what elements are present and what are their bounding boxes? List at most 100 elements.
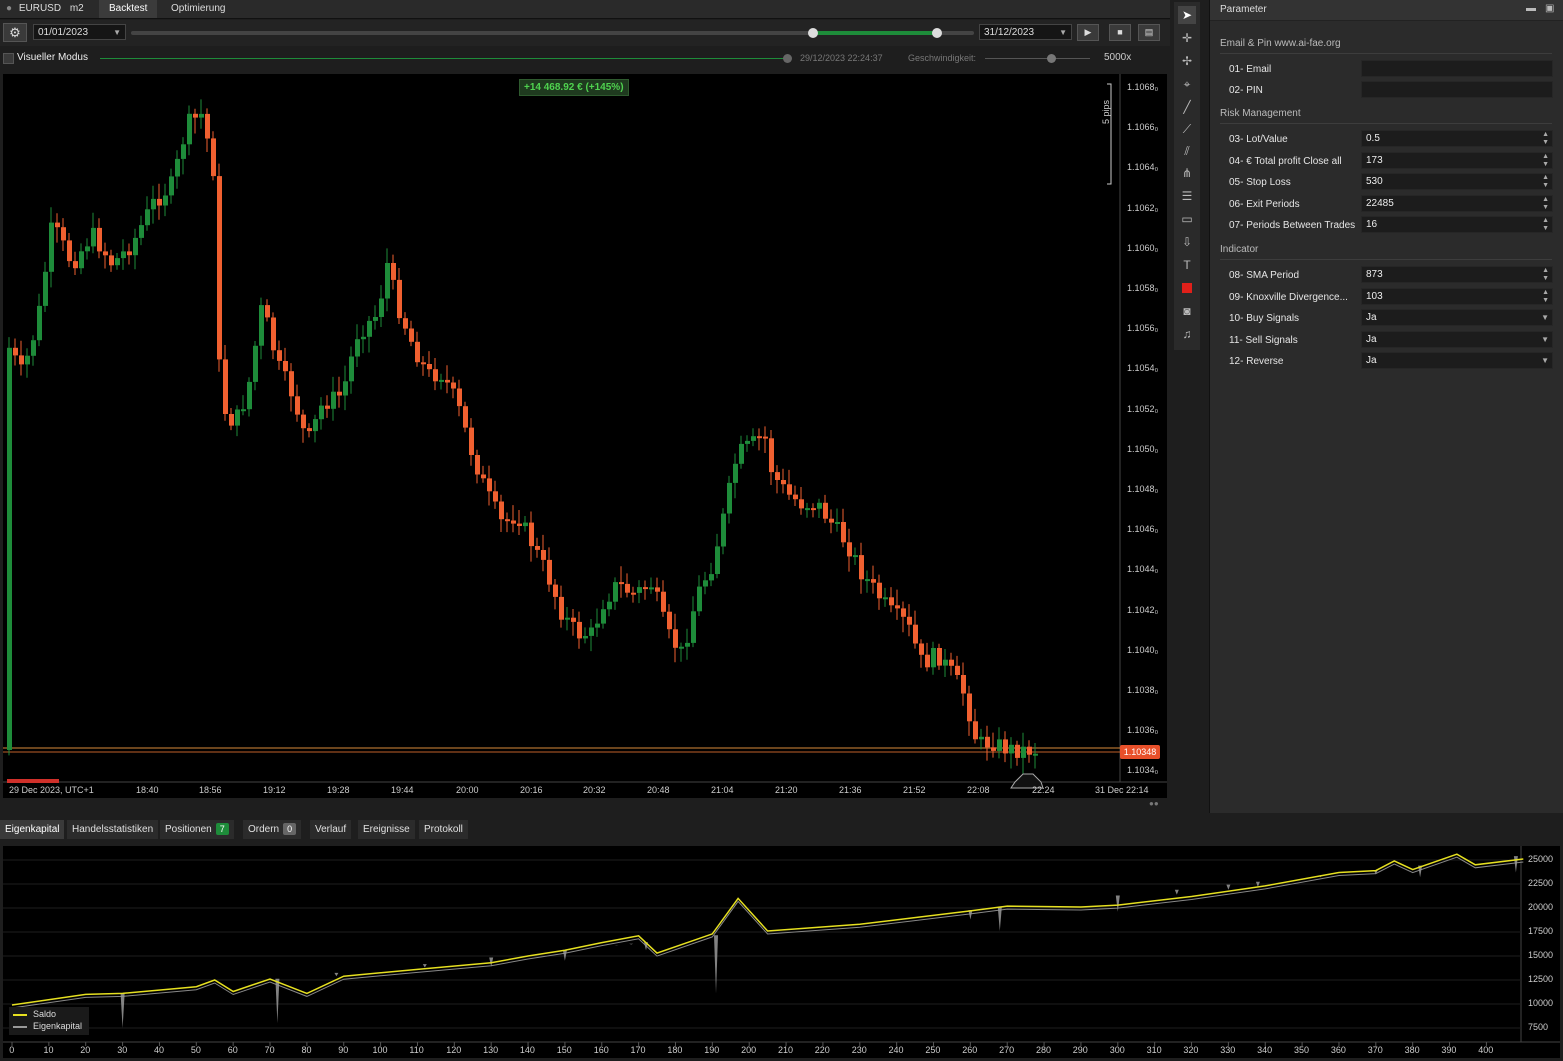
spinner-arrows-icon[interactable]: ▲▼ [1542, 153, 1549, 169]
equity-x-tick: 120 [446, 1045, 461, 1055]
bottom-tab[interactable]: Eigenkapital [0, 820, 64, 839]
bottom-tab[interactable]: Protokoll [419, 820, 468, 839]
equity-chart[interactable]: Saldo Eigenkapital 250002250020000175001… [3, 846, 1560, 1058]
price-chart[interactable]: +14 468.92 € (+145%) 5 pips 1.1068₀1.106… [3, 74, 1167, 798]
price-tick-label: 1.1064₀ [1127, 162, 1158, 172]
speed-slider-handle[interactable] [1047, 54, 1056, 63]
spinner-arrows-icon[interactable]: ▲▼ [1542, 174, 1549, 190]
candle-body [733, 464, 738, 483]
speed-slider-track[interactable] [985, 58, 1090, 59]
param-input[interactable] [1361, 81, 1553, 98]
visual-mode-checkbox[interactable] [3, 53, 14, 64]
symbol-tab[interactable]: ● EURUSD m2 [0, 0, 86, 18]
bottom-tab[interactable]: Positionen7 [160, 820, 234, 839]
chevron-down-icon[interactable]: ▼ [1541, 332, 1549, 347]
param-input[interactable]: 22485▲▼ [1361, 195, 1553, 212]
candlestick-plot[interactable] [3, 74, 1167, 798]
spinner-arrows-icon[interactable]: ▲▼ [1542, 267, 1549, 283]
start-date-select[interactable]: 01/01/2023▼ [33, 24, 126, 40]
bottom-tab[interactable]: Handelsstatistiken [67, 820, 158, 839]
panel-folder-icon[interactable]: ▬ [1526, 3, 1536, 14]
equity-x-tick: 100 [373, 1045, 388, 1055]
param-label: 03- Lot/Value [1229, 134, 1288, 145]
range-end-handle[interactable] [932, 28, 942, 38]
equity-x-tick: 380 [1405, 1045, 1420, 1055]
candle-body [19, 355, 24, 364]
parameter-panel: Parameter ▬ ▣ Email & Pin www.ai-fae.org… [1209, 0, 1563, 813]
equity-y-tick: 7500 [1528, 1022, 1548, 1032]
scroll-dots-icon[interactable]: ●● [1149, 799, 1159, 808]
chevron-down-icon[interactable]: ▼ [1541, 310, 1549, 325]
candle-body [187, 114, 192, 145]
trendline-icon[interactable]: ╱ [1178, 98, 1196, 116]
crosshair-icon[interactable]: ✛ [1178, 29, 1196, 47]
param-input[interactable]: 530▲▼ [1361, 173, 1553, 190]
param-input[interactable]: 173▲▼ [1361, 152, 1553, 169]
price-tick-label: 1.1046₀ [1127, 524, 1158, 534]
candle-body [127, 251, 132, 255]
param-input[interactable]: 16▲▼ [1361, 216, 1553, 233]
time-tick-label: 29 Dec 2023, UTC+1 [9, 785, 94, 795]
text-tool-icon[interactable]: T [1178, 256, 1196, 274]
candle-body [997, 739, 1002, 751]
bottom-tab[interactable]: Ordern0 [243, 820, 301, 839]
candle-body [175, 159, 180, 177]
candle-body [535, 546, 540, 550]
tab-backtest[interactable]: Backtest [99, 0, 157, 18]
ray-icon[interactable]: ⟋ [1178, 120, 1196, 138]
stop-button[interactable]: ■ [1109, 24, 1131, 41]
param-input[interactable]: 103▲▼ [1361, 288, 1553, 305]
equity-x-tick: 370 [1368, 1045, 1383, 1055]
equity-x-tick: 50 [191, 1045, 201, 1055]
visual-progress-handle[interactable] [783, 54, 792, 63]
camera-icon[interactable]: ◙ [1178, 302, 1196, 320]
spinner-arrows-icon[interactable]: ▲▼ [1542, 131, 1549, 147]
candle-body [649, 587, 654, 589]
equity-y-tick: 15000 [1528, 950, 1553, 960]
end-date-select[interactable]: 31/12/2023▼ [979, 24, 1072, 40]
spinner-arrows-icon[interactable]: ▲▼ [1542, 196, 1549, 212]
bottom-tab[interactable]: Verlauf [310, 820, 351, 839]
candle-body [325, 406, 330, 409]
chevron-down-icon[interactable]: ▼ [1541, 353, 1549, 368]
play-icon: ▶ [1085, 27, 1092, 37]
equity-x-tick: 200 [741, 1045, 756, 1055]
progress-track[interactable] [131, 31, 974, 35]
candle-body [901, 608, 906, 616]
color-swatch-icon[interactable] [1178, 279, 1196, 297]
candle-body [391, 263, 396, 280]
legend-swatch-saldo [13, 1014, 27, 1016]
candle-body [1015, 745, 1020, 758]
pips-label: 5 pips [1101, 100, 1111, 124]
pitchfork-icon[interactable]: ⋔ [1178, 164, 1196, 182]
bottom-tab[interactable]: Ereignisse [358, 820, 415, 839]
rectangle-icon[interactable]: ▭ [1178, 210, 1196, 228]
save-button[interactable]: ▤ [1138, 24, 1160, 41]
candle-body [1027, 747, 1032, 755]
range-start-handle[interactable] [808, 28, 818, 38]
visual-mode-row: Visueller Modus 29/12/2023 22:24:37 Gesc… [0, 48, 1170, 70]
param-input[interactable]: Ja▼ [1361, 352, 1553, 369]
equity-plot[interactable] [3, 846, 1560, 1058]
param-input[interactable]: 873▲▼ [1361, 266, 1553, 283]
channel-icon[interactable]: ⫽ [1178, 142, 1196, 160]
fibonacci-icon[interactable]: ☰ [1178, 187, 1196, 205]
measure-icon[interactable]: ⌖ [1178, 75, 1196, 93]
tab-optimization[interactable]: Optimierung [161, 0, 235, 18]
bell-icon[interactable]: ♫ [1178, 325, 1196, 343]
param-input[interactable]: 0.5▲▼ [1361, 130, 1553, 147]
play-button[interactable]: ▶ [1077, 24, 1099, 41]
cursor-arrow-icon[interactable]: ➤ [1178, 6, 1196, 24]
param-input[interactable] [1361, 60, 1553, 77]
param-input[interactable]: Ja▼ [1361, 331, 1553, 348]
param-input[interactable]: Ja▼ [1361, 309, 1553, 326]
panel-maximize-icon[interactable]: ▣ [1545, 3, 1554, 14]
crosshair-plus-icon[interactable]: ✢ [1178, 52, 1196, 70]
spinner-arrows-icon[interactable]: ▲▼ [1542, 217, 1549, 233]
settings-gear-icon[interactable]: ⚙ [3, 23, 27, 42]
arrow-down-icon[interactable]: ⇩ [1178, 233, 1196, 251]
candle-body [145, 209, 150, 225]
current-price-label: 1.10348 [1120, 745, 1160, 759]
spinner-arrows-icon[interactable]: ▲▼ [1542, 289, 1549, 305]
candle-body [703, 580, 708, 586]
